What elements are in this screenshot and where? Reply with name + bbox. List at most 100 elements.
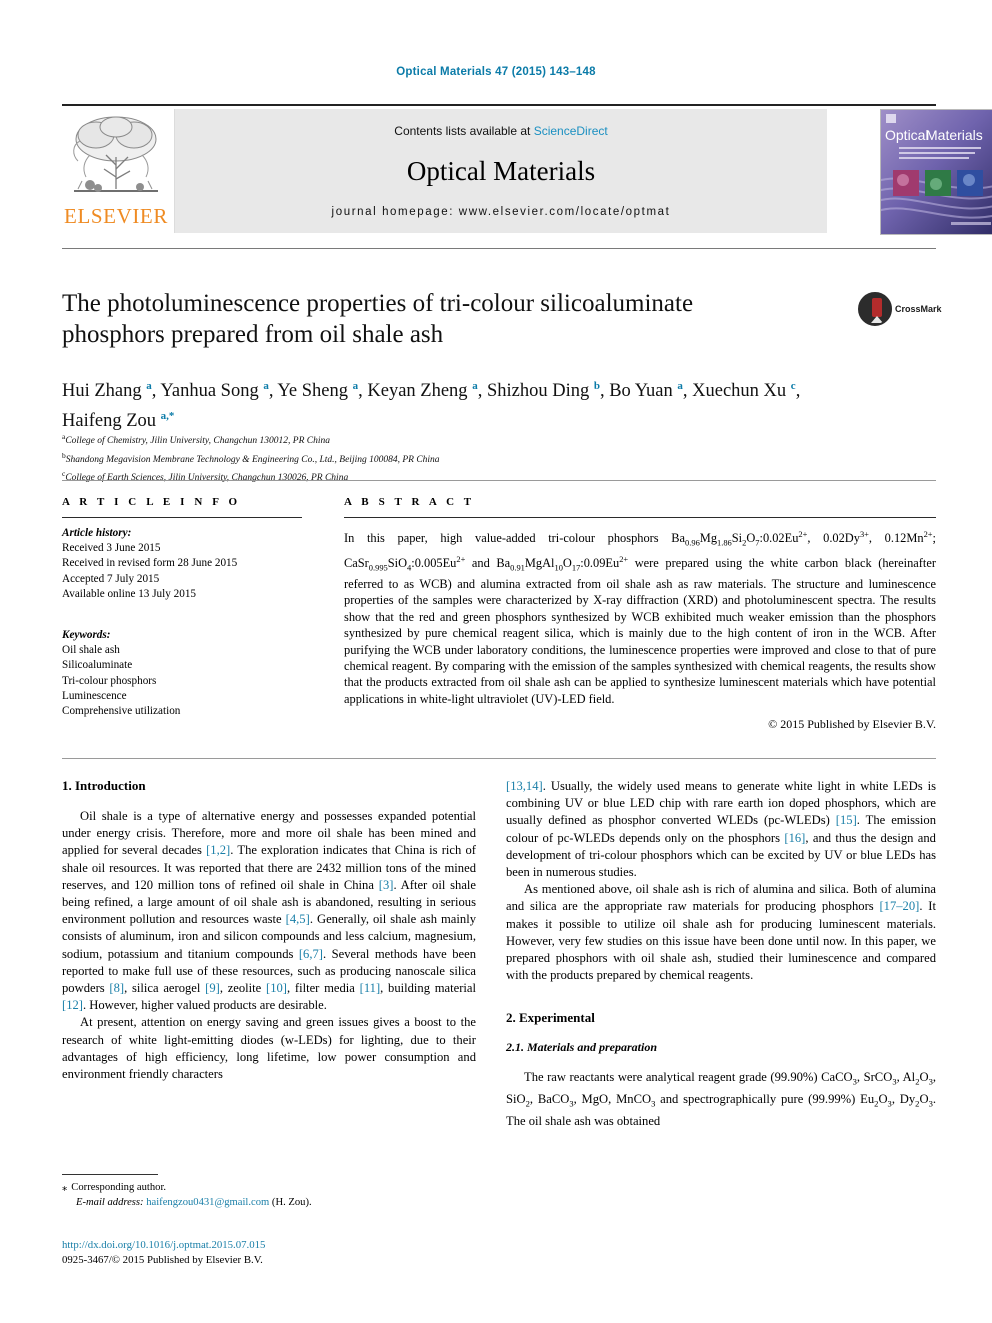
body-column-left: 1. Introduction Oil shale is a type of a…	[62, 778, 476, 1083]
crossmark-icon	[858, 292, 892, 326]
citation-ref[interactable]: [16]	[784, 831, 805, 845]
elsevier-tree-icon	[68, 111, 164, 203]
elsevier-wordmark: ELSEVIER	[64, 204, 168, 228]
author-list: Hui Zhang a, Yanhua Song a, Ye Sheng a, …	[62, 380, 801, 432]
svg-text:Optical: Optical	[885, 127, 929, 143]
author-affiliation-marker: a	[352, 380, 359, 392]
materials-paragraph-1: The raw reactants were analytical reagen…	[506, 1070, 937, 1128]
section-heading-experimental: 2. Experimental	[506, 1010, 595, 1026]
formula-subscript: 17	[571, 562, 581, 573]
citation-ref[interactable]: [9]	[205, 981, 220, 995]
info-divider	[62, 480, 936, 481]
formula-subscript: 0.91	[510, 562, 525, 573]
affiliation-list: aCollege of Chemistry, Jilin University,…	[62, 430, 852, 486]
email-label: E-mail address:	[76, 1197, 144, 1208]
author-name: Keyan Zheng	[367, 381, 473, 402]
issn-line: 0925-3467/© 2015 Published by Elsevier B…	[62, 1253, 263, 1266]
corresponding-author-marker: ⁎	[62, 1182, 68, 1193]
formula-subscript: 10	[554, 562, 563, 573]
citation-ref[interactable]: [10]	[266, 981, 287, 995]
keywords: Keywords: Oil shale ash Silicoaluminate Tr…	[62, 628, 302, 719]
keyword-item: Oil shale ash	[62, 644, 120, 657]
article-history-item: Received 3 June 2015	[62, 542, 161, 555]
citation-ref[interactable]: [6,7]	[299, 947, 323, 961]
abstract-bottom-divider	[62, 758, 936, 759]
formula-superscript: 3+	[859, 529, 869, 539]
journal-title: Optical Materials	[406, 156, 596, 186]
formula-subscript: 3	[892, 1076, 897, 1087]
page-title: The photoluminescence properties of tri-…	[62, 290, 694, 348]
formula-subscript: 3	[928, 1076, 933, 1087]
article-info-rule	[62, 517, 302, 518]
paper-page: Optical Materials 47 (2015) 143–148 ELSE…	[0, 0, 992, 1323]
abstract-rule	[344, 517, 936, 518]
author-affiliation-marker: a	[472, 380, 478, 392]
author-affiliation-marker: a,*	[160, 410, 175, 423]
formula-superscript: 2+	[619, 554, 629, 564]
formula-subscript: 0.995	[368, 562, 388, 573]
formula-subscript: 2	[742, 537, 747, 548]
formula-subscript: 3	[887, 1098, 892, 1109]
keyword-item: Luminescence	[62, 689, 127, 702]
citation-ref[interactable]: [12]	[62, 998, 83, 1012]
formula-subscript: 3	[852, 1076, 857, 1087]
formula-subscript: 3	[651, 1098, 656, 1109]
citation-ref[interactable]: [13,14]	[506, 779, 543, 793]
citation-ref[interactable]: [17–20]	[879, 899, 919, 913]
journal-cover-thumbnail: Optical Materials	[880, 109, 992, 235]
doi-link[interactable]: http://dx.doi.org/10.1016/j.optmat.2015.…	[62, 1238, 476, 1253]
crossmark-label: CrossMark	[895, 304, 942, 314]
contents-line: Contents lists available at ScienceDirec…	[175, 124, 827, 138]
author-name: Ye Sheng	[277, 381, 353, 402]
keywords-label: Keywords:	[62, 629, 111, 642]
citation-ref[interactable]: [15]	[836, 813, 857, 827]
copyright-line: © 2015 Published by Elsevier B.V.	[768, 717, 936, 732]
intro-paragraph-2-cont: [13,14]. Usually, the widely used means …	[506, 779, 936, 880]
section-heading-introduction: 1. Introduction	[62, 778, 146, 793]
journal-masthead: ELSEVIER Contents lists available at Sci…	[62, 104, 992, 235]
formula-subscript: 2	[874, 1098, 879, 1109]
keyword-item: Tri-colour phosphors	[62, 674, 157, 687]
crossmark-badge[interactable]: CrossMark	[858, 292, 942, 332]
citation-ref[interactable]: [11]	[360, 981, 381, 995]
email-link[interactable]: haifengzou0431@gmail.com	[146, 1197, 269, 1208]
abstract-heading: A B S T R A C T	[344, 496, 475, 508]
formula-subscript: 3	[928, 1098, 933, 1109]
subsection-heading-materials: 2.1. Materials and preparation	[506, 1040, 658, 1055]
formula-superscript: 2+	[923, 529, 933, 539]
formula-subscript: 0.96	[685, 537, 700, 548]
article-info-column: A R T I C L E I N F O Article history: R…	[62, 496, 302, 719]
abstract-text: In this paper, high value-added tri-colo…	[344, 529, 936, 706]
email-suffix: (H. Zou).	[271, 1197, 312, 1208]
citation-ref[interactable]: [4,5]	[286, 912, 310, 926]
formula-superscript: 2+	[456, 554, 466, 564]
history-items: Received 3 June 2015 Received in revised …	[62, 541, 302, 602]
citation-ref[interactable]: [8]	[109, 981, 124, 995]
intro-paragraph-3: As mentioned above, oil shale ash is ric…	[506, 882, 936, 983]
svg-text:Materials: Materials	[926, 127, 983, 143]
running-head: Optical Materials 47 (2015) 143–148	[396, 66, 596, 78]
citation-ref[interactable]: [1,2]	[206, 843, 230, 857]
article-history-item: Accepted 7 July 2015	[62, 572, 160, 585]
intro-paragraph-1: Oil shale is a type of alternative energ…	[62, 809, 477, 1013]
formula-subscript: 1.86	[717, 537, 732, 548]
journal-homepage[interactable]: journal homepage: www.elsevier.com/locat…	[175, 206, 827, 218]
doi-block: http://dx.doi.org/10.1016/j.optmat.2015.…	[62, 1238, 476, 1267]
corresponding-author-label: Corresponding author.	[71, 1182, 167, 1193]
citation-ref[interactable]: [3]	[379, 878, 394, 892]
sciencedirect-link[interactable]: ScienceDirect	[534, 124, 608, 138]
affiliation-item: cCollege of Earth Sciences, Jilin Univer…	[62, 469, 349, 484]
article-history-item: Received in revised form 28 June 2015	[62, 557, 238, 570]
author-affiliation-marker: a	[263, 380, 269, 392]
author-name: Yanhua Song	[160, 381, 264, 402]
author-affiliation-marker: b	[593, 380, 600, 392]
author-affiliation-marker: c	[790, 380, 796, 392]
contents-prefix: Contents lists available at	[394, 124, 534, 138]
elsevier-logo: ELSEVIER	[62, 109, 170, 233]
email-note: E-mail address: haifengzou0431@gmail.com…	[62, 1195, 476, 1210]
footnote-block: ⁎ Corresponding author. E-mail address: h…	[62, 1180, 476, 1210]
keyword-item: Comprehensive utilization	[62, 705, 181, 718]
author-name: Shizhou Ding	[486, 381, 594, 402]
intro-paragraph-2: At present, attention on energy saving a…	[62, 1015, 476, 1082]
formula-subscript: 4	[407, 562, 412, 573]
